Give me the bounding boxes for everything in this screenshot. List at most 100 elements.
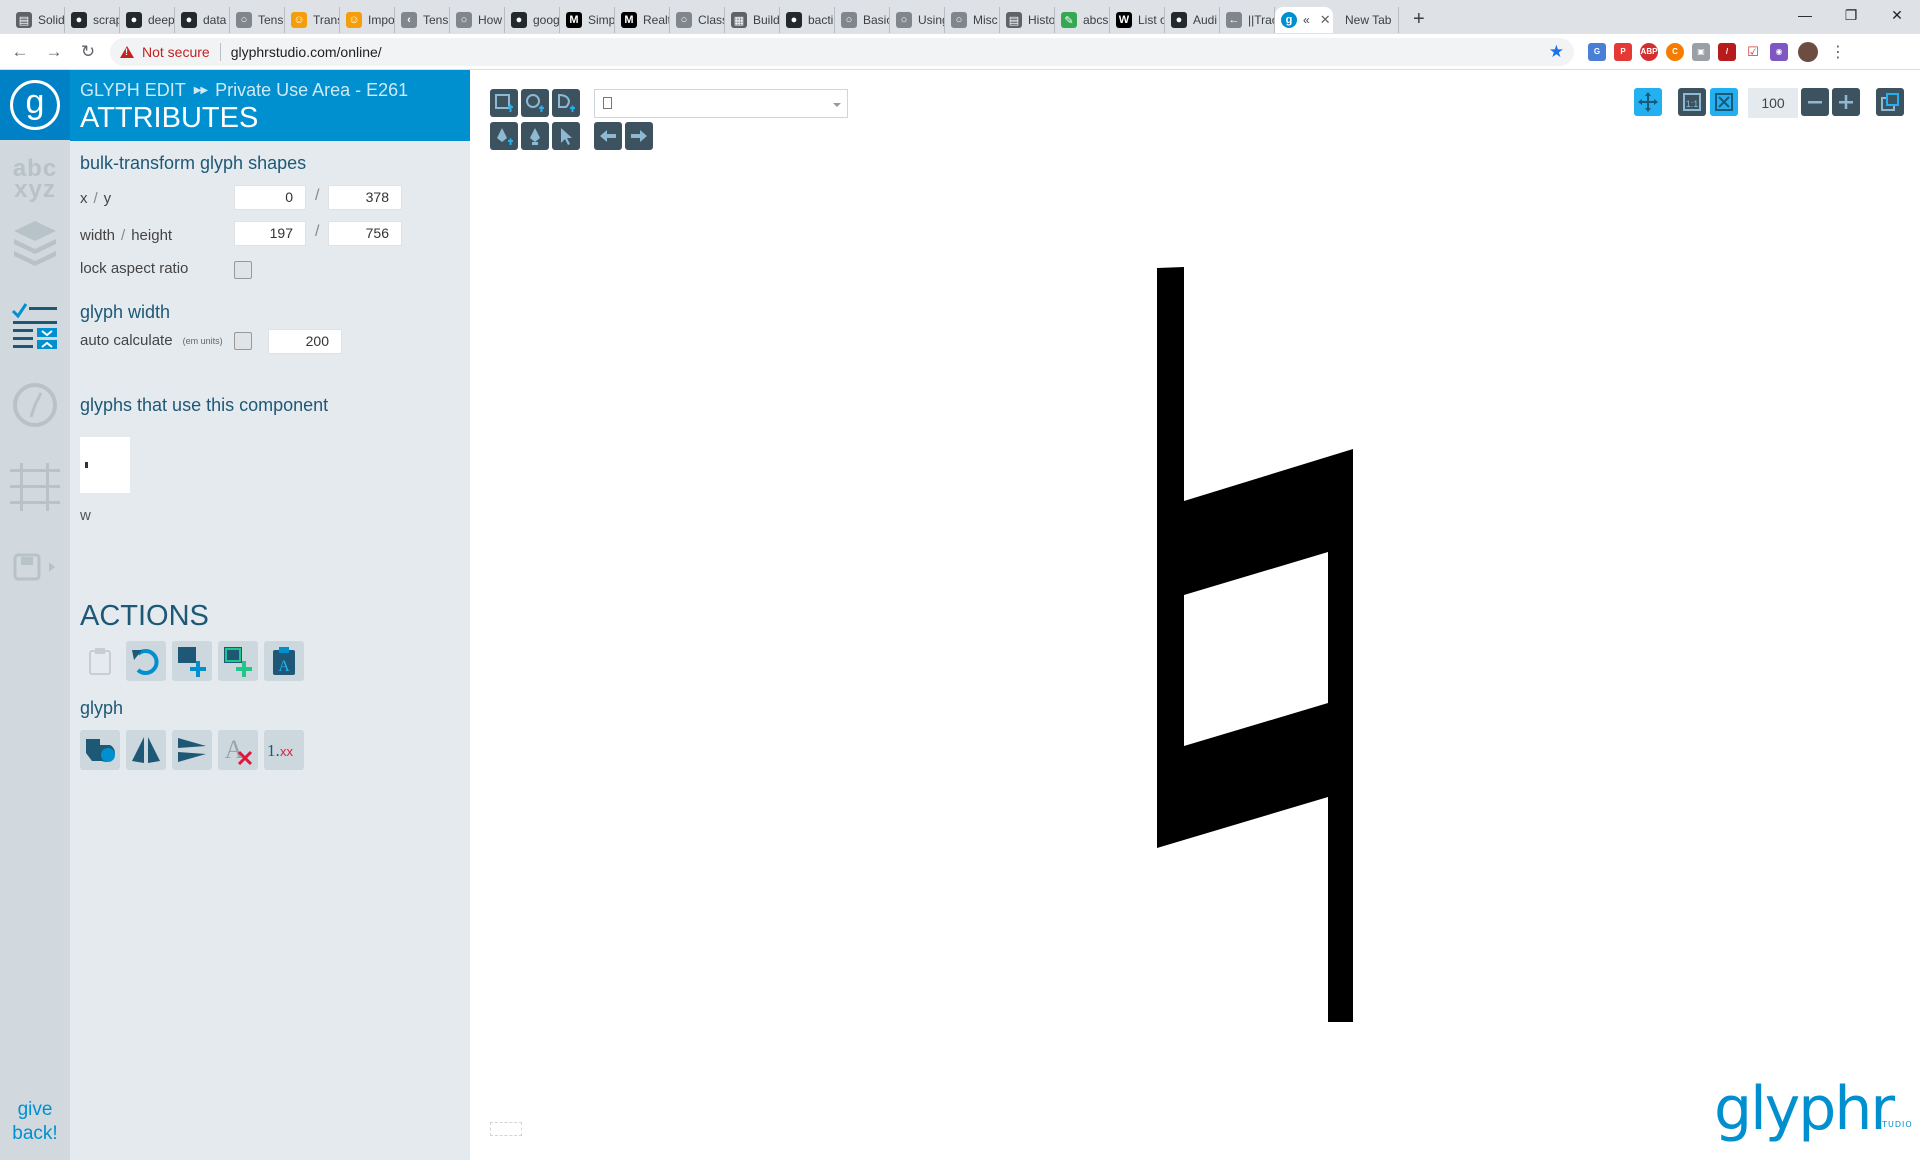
browser-tab[interactable]: ○ Misc [945,7,1000,33]
glyphr-logo-icon[interactable]: g [0,70,70,140]
breadcrumb-glyph[interactable]: Private Use Area - E261 [215,80,408,101]
adblock-icon[interactable]: ABP [1640,42,1658,61]
give-back-link[interactable]: give back! [0,1098,70,1146]
glyph-width-heading: glyph width [80,302,171,322]
clear-glyph-button[interactable]: A [218,730,258,770]
save-icon[interactable] [8,540,62,594]
flip-horizontal-icon [132,737,160,763]
extensions-bar: G P ABP C ▣ / ☑ ◉ [1588,42,1788,61]
layers-icon[interactable] [8,216,62,270]
close-tab-icon[interactable]: ✕ [1320,12,1331,28]
actions-row: A [80,641,304,681]
glyph-thumbnail[interactable] [80,437,130,493]
browser-tab[interactable]: ● Audi [1165,7,1220,33]
extension-icon[interactable]: ▣ [1692,42,1710,61]
browser-tab[interactable]: ✎ abcs [1055,7,1110,33]
flip-vertical-icon [178,738,206,762]
glyph-shape[interactable] [470,70,1920,1160]
browser-tab[interactable]: ‹ Tens [395,7,450,33]
browser-tab[interactable]: ○ Tens [230,7,285,33]
glyph-outline[interactable] [1157,267,1353,1022]
actions-heading: ACTIONS [80,600,209,632]
breadcrumb-mode[interactable]: GLYPH EDIT [80,80,186,101]
translate-icon[interactable]: G [1588,42,1606,61]
extension-icon[interactable]: C [1666,42,1684,61]
browser-tab[interactable]: ● scrap [65,7,120,33]
window-controls: — ❐ ✕ [1782,0,1920,34]
component-usage-heading: glyphs that use this component [80,395,329,415]
extension-icon[interactable]: P [1614,42,1632,61]
minimize-icon[interactable]: — [1782,0,1828,30]
panel-header: GLYPH EDIT ▶▶ Private Use Area - E261 AT… [70,70,470,141]
browser-tab[interactable]: W List o [1110,7,1165,33]
browser-tab[interactable]: ● data [175,7,230,33]
browser-tab[interactable]: ← ||Trac [1220,7,1275,33]
profile-avatar[interactable] [1798,41,1818,62]
lock-aspect-checkbox[interactable] [234,261,252,279]
glyph-thumbnail-label[interactable]: w [80,507,91,524]
height-input[interactable]: 756 [328,221,402,246]
browser-tab[interactable]: ● goog [505,7,560,33]
browser-tab[interactable]: ▤ Solid [10,7,65,33]
auto-calculate-checkbox[interactable] [234,332,252,350]
width-input[interactable]: 197 [234,221,306,246]
github-icon: ● [181,12,197,28]
new-tab-icon[interactable]: + [1413,8,1425,31]
hugging-icon: ☺ [291,12,307,28]
browser-tab[interactable]: ▦ Build [725,7,780,33]
browser-tab[interactable]: ● deep [120,7,175,33]
paste-button[interactable] [80,641,120,681]
url-divider [219,42,221,61]
flip-horizontal-button[interactable] [126,730,166,770]
browser-tab[interactable]: ○ Basic [835,7,890,33]
github-icon: ● [511,12,527,28]
browser-tab[interactable]: M Simp [560,7,615,33]
svg-text:1.: 1. [267,741,280,760]
close-window-icon[interactable]: ✕ [1874,0,1920,30]
extension-icon[interactable]: ◉ [1770,42,1788,61]
history-icon[interactable] [8,378,62,432]
glyph-chooser-icon[interactable]: abc xyz [8,152,62,206]
slash-divider: / [315,223,320,240]
add-shape-button[interactable] [172,641,212,681]
sheet-icon: ▤ [1006,12,1022,28]
combine-shapes-button[interactable] [80,730,120,770]
security-label[interactable]: Not secure [142,44,210,60]
keyboard-shortcuts-icon[interactable] [490,1122,522,1136]
forward-icon[interactable]: → [40,38,68,66]
glyphr-studio-logo: glyphr [1714,1074,1895,1144]
back-icon[interactable]: ← [6,38,34,66]
xy-label: x / y [80,190,111,207]
browser-tab[interactable]: M Realt [615,7,670,33]
url-text[interactable]: glyphrstudio.com/online/ [231,44,382,60]
edit-canvas[interactable]: 1:1 100 glyphr STUDIO [470,70,1920,1160]
github-icon: ● [126,12,142,28]
browser-tab[interactable]: ▤ Histo [1000,7,1055,33]
active-tab[interactable]: g « ✕ [1275,7,1333,33]
reload-icon[interactable]: ↻ [74,38,102,66]
restore-icon[interactable]: ❐ [1828,0,1874,30]
browser-tab[interactable]: ○ Class [670,7,725,33]
browser-tab[interactable]: ● bacti [780,7,835,33]
bookmark-star-icon[interactable]: ★ [1549,42,1564,62]
browser-tab[interactable]: ☺ Impo [340,7,395,33]
paste-from-glyph-button[interactable]: A [264,641,304,681]
wikipedia-icon: W [1116,12,1132,28]
url-field[interactable]: Not secure glyphrstudio.com/online/ ★ [110,37,1574,66]
browser-tab[interactable]: ○ Using [890,7,945,33]
x-input[interactable]: 0 [234,185,306,210]
browser-tab[interactable]: New Tab [1333,7,1399,33]
attributes-icon[interactable] [8,298,62,352]
glyph-width-input[interactable]: 200 [268,329,342,354]
browser-tab[interactable]: ○ How [450,7,505,33]
guides-icon[interactable] [8,460,62,514]
cart-icon[interactable]: ☑ [1744,42,1762,61]
browser-menu-icon[interactable]: ⋮ [1830,42,1846,62]
flip-vertical-button[interactable] [172,730,212,770]
round-points-button[interactable]: 1. xx [264,730,304,770]
browser-tab[interactable]: ☺ Trans [285,7,340,33]
undo-button[interactable] [126,641,166,681]
y-input[interactable]: 378 [328,185,402,210]
add-component-button[interactable] [218,641,258,681]
extension-icon[interactable]: / [1718,42,1736,61]
